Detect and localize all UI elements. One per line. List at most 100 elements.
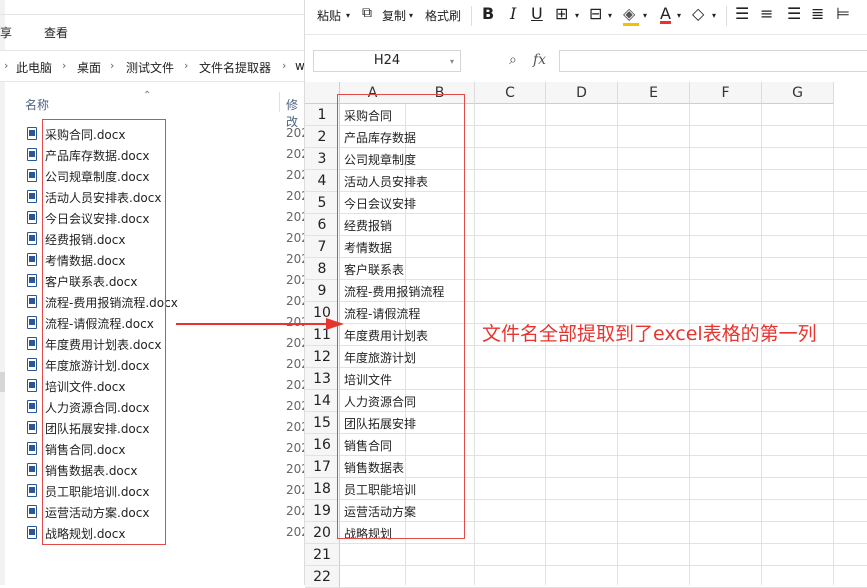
chevron-down-icon[interactable]: ▾ bbox=[643, 11, 647, 20]
breadcrumb-desktop[interactable]: 桌面 bbox=[77, 59, 101, 76]
chevron-down-icon[interactable]: ▾ bbox=[450, 57, 454, 66]
word-document-icon bbox=[27, 169, 37, 182]
word-document-icon bbox=[27, 127, 37, 140]
row-header[interactable]: 6 bbox=[305, 214, 340, 236]
row-header[interactable]: 4 bbox=[305, 170, 340, 192]
breadcrumb-this-pc[interactable]: 此电脑 bbox=[16, 59, 52, 76]
row-header[interactable]: 5 bbox=[305, 192, 340, 214]
chevron-down-icon[interactable]: ▾ bbox=[677, 11, 681, 20]
row-header[interactable]: 3 bbox=[305, 148, 340, 170]
row-header[interactable]: 9 bbox=[305, 280, 340, 302]
sheet-row bbox=[340, 544, 867, 566]
word-document-icon bbox=[27, 337, 37, 350]
word-document-icon bbox=[27, 484, 37, 497]
chevron-right-icon: › bbox=[62, 59, 67, 72]
column-divider[interactable] bbox=[279, 92, 280, 112]
row-header[interactable]: 7 bbox=[305, 236, 340, 258]
breadcrumb-test-files[interactable]: 测试文件 bbox=[126, 59, 174, 76]
formula-bar: H24 ▾ ⌕ fx bbox=[305, 44, 867, 80]
word-document-icon bbox=[27, 421, 37, 434]
word-document-icon bbox=[27, 190, 37, 203]
address-bar[interactable]: › 此电脑 › 桌面 › 测试文件 › 文件名提取器 › w bbox=[0, 50, 305, 82]
word-document-icon bbox=[27, 400, 37, 413]
column-header-c[interactable]: C bbox=[475, 82, 546, 104]
column-header-e[interactable]: E bbox=[618, 82, 690, 104]
row-header[interactable]: 2 bbox=[305, 126, 340, 148]
name-box[interactable]: H24 bbox=[313, 50, 461, 72]
chevron-down-icon[interactable]: ▾ bbox=[712, 11, 716, 20]
copy-button[interactable]: 复制 bbox=[382, 7, 406, 24]
chevron-down-icon[interactable]: ▾ bbox=[409, 11, 413, 20]
chevron-down-icon[interactable]: ▾ bbox=[608, 11, 612, 20]
word-document-icon bbox=[27, 211, 37, 224]
arrow-right-icon bbox=[176, 318, 344, 330]
row-header[interactable]: 8 bbox=[305, 258, 340, 280]
chevron-down-icon[interactable]: ▾ bbox=[575, 11, 579, 20]
explorer-title-strip bbox=[0, 0, 305, 15]
font-color-button[interactable]: A bbox=[660, 4, 671, 23]
word-document-icon bbox=[27, 442, 37, 455]
chevron-right-icon: › bbox=[4, 59, 9, 72]
ribbon-toolbar: 粘贴 ▾ ⧉ 复制 ▾ 格式刷 B I U ⊞ ▾ ⊟ ▾ ◈ ▾ A ▾ ◇ … bbox=[305, 0, 867, 35]
menu-view[interactable]: 查看 bbox=[44, 24, 68, 41]
chevron-right-icon: › bbox=[184, 59, 189, 72]
align-left-icon[interactable]: ☰ bbox=[735, 4, 749, 23]
file-explorer-window: 享 查看 › 此电脑 › 桌面 › 测试文件 › 文件名提取器 › w ⌃ 名称… bbox=[0, 0, 309, 585]
row-header[interactable]: 1 bbox=[305, 104, 340, 126]
merge-cells-icon[interactable]: ⊟ bbox=[589, 4, 602, 23]
highlight-box-column-a bbox=[337, 94, 465, 539]
word-document-icon bbox=[27, 505, 37, 518]
word-document-icon bbox=[27, 526, 37, 539]
row-header[interactable]: 12 bbox=[305, 346, 340, 368]
row-header[interactable]: 14 bbox=[305, 390, 340, 412]
toolbar-divider bbox=[471, 6, 472, 26]
fill-color-swatch bbox=[623, 23, 639, 26]
paste-button[interactable]: 粘贴 bbox=[317, 7, 341, 24]
distributed-align-icon[interactable]: ⊨ bbox=[836, 4, 850, 23]
bold-button[interactable]: B bbox=[482, 4, 494, 23]
word-document-icon bbox=[27, 274, 37, 287]
format-painter-button[interactable]: 格式刷 bbox=[425, 7, 461, 24]
row-header[interactable]: 15 bbox=[305, 412, 340, 434]
annotation-text: 文件名全部提取到了excel表格的第一列 bbox=[482, 323, 817, 345]
toolbar-divider bbox=[726, 6, 727, 26]
chevron-down-icon[interactable]: ▾ bbox=[346, 11, 350, 20]
justify-icon[interactable]: ≣ bbox=[811, 4, 824, 23]
chevron-right-icon: › bbox=[110, 59, 115, 72]
column-header-name[interactable]: 名称 bbox=[25, 96, 49, 113]
italic-button[interactable]: I bbox=[510, 4, 516, 23]
borders-icon[interactable]: ⊞ bbox=[555, 4, 568, 23]
word-document-icon bbox=[27, 463, 37, 476]
fill-color-icon[interactable]: ◈ bbox=[623, 4, 635, 23]
align-right-icon[interactable]: ☰ bbox=[787, 4, 801, 23]
row-header[interactable]: 17 bbox=[305, 456, 340, 478]
column-header-f[interactable]: F bbox=[690, 82, 762, 104]
breadcrumb-extractor[interactable]: 文件名提取器 bbox=[199, 59, 271, 76]
row-header[interactable]: 20 bbox=[305, 522, 340, 544]
word-document-icon bbox=[27, 295, 37, 308]
underline-button[interactable]: U bbox=[531, 4, 543, 23]
sort-ascending-icon[interactable]: ⌃ bbox=[143, 90, 151, 101]
row-header[interactable]: 19 bbox=[305, 500, 340, 522]
align-center-icon[interactable]: ≡ bbox=[760, 4, 773, 23]
word-document-icon bbox=[27, 253, 37, 266]
word-document-icon bbox=[27, 316, 37, 329]
search-icon[interactable]: ⌕ bbox=[509, 52, 517, 68]
formula-input[interactable] bbox=[559, 50, 867, 72]
highlight-box-files bbox=[42, 119, 166, 545]
column-header-g[interactable]: G bbox=[762, 82, 834, 104]
row-header[interactable]: 18 bbox=[305, 478, 340, 500]
row-header[interactable]: 16 bbox=[305, 434, 340, 456]
word-document-icon bbox=[27, 358, 37, 371]
column-header-d[interactable]: D bbox=[546, 82, 618, 104]
menu-share[interactable]: 享 bbox=[0, 24, 12, 41]
copy-icon[interactable]: ⧉ bbox=[362, 5, 372, 21]
row-header[interactable]: 13 bbox=[305, 368, 340, 390]
function-icon[interactable]: fx bbox=[533, 52, 546, 68]
word-document-icon bbox=[27, 148, 37, 161]
eraser-icon[interactable]: ◇ bbox=[692, 4, 704, 23]
select-all-corner[interactable] bbox=[305, 82, 340, 104]
row-header[interactable]: 21 bbox=[305, 544, 340, 566]
word-document-icon bbox=[27, 379, 37, 392]
chevron-right-icon: › bbox=[282, 59, 287, 72]
